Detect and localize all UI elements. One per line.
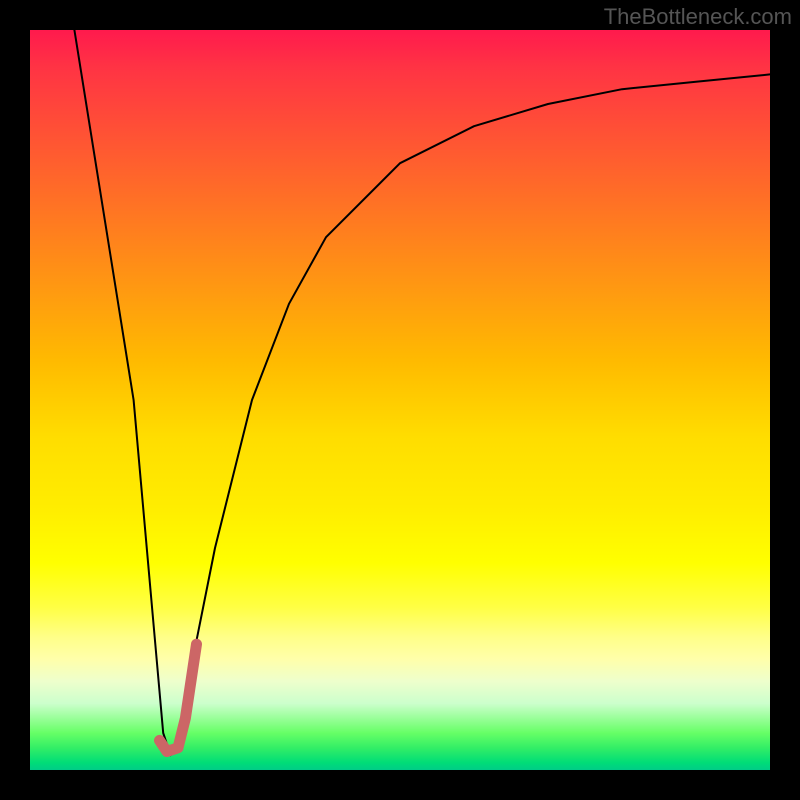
chart-svg [30,30,770,770]
series-curve [74,30,770,755]
chart-plot-area [30,30,770,770]
watermark-text: TheBottleneck.com [604,4,792,30]
